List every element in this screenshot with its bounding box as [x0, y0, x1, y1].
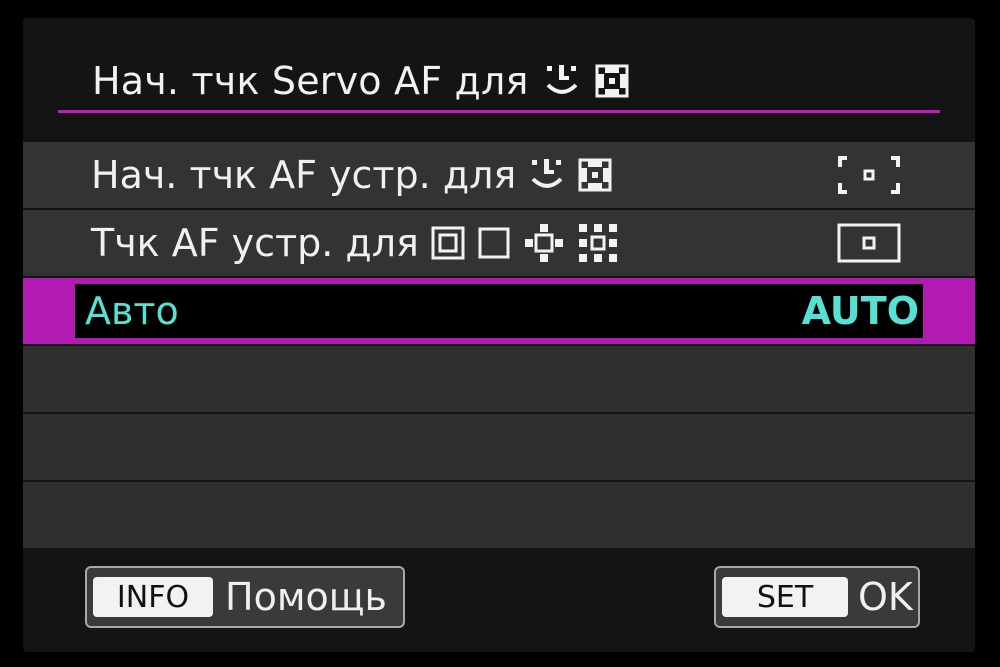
- page-title: Нач. тчк Servo AF для: [92, 54, 872, 108]
- face-tracking-icon: [543, 63, 581, 99]
- spot-af-icon: [431, 226, 465, 260]
- empty-row: [23, 414, 975, 480]
- menu-item-value: AUTO: [801, 289, 919, 333]
- menu-item-label: Тчк AF устр. для: [91, 221, 619, 265]
- expand-surround-af-icon: [577, 222, 619, 264]
- af-zone-icon: [595, 64, 629, 98]
- menu-item-text: Тчк AF устр. для: [91, 221, 419, 265]
- menu-item-text: Нач. тчк AF устр. для: [91, 153, 517, 197]
- empty-row: [23, 482, 975, 548]
- page-title-text: Нач. тчк Servo AF для: [92, 59, 529, 103]
- expand-af-icon: [523, 222, 565, 264]
- info-key-badge: INFO: [93, 577, 213, 617]
- ok-button[interactable]: SET OK: [714, 566, 920, 628]
- af-start-point-bracket-icon: [837, 142, 901, 208]
- menu-item-af-point-for-modes[interactable]: Тчк AF устр. для: [23, 210, 975, 276]
- single-point-af-icon: [477, 226, 511, 260]
- title-divider: [58, 110, 940, 113]
- help-label: Помощь: [225, 575, 387, 619]
- menu-item-label: Авто: [85, 289, 179, 333]
- af-point-frame-icon: [837, 210, 901, 276]
- ok-label: OK: [858, 575, 913, 619]
- face-tracking-icon: [528, 157, 566, 193]
- menu-item-label: Нач. тчк AF устр. для: [91, 153, 612, 197]
- menu-item-start-af-point-for-tracking[interactable]: Нач. тчк AF устр. для: [23, 142, 975, 208]
- set-key-badge: SET: [722, 577, 848, 617]
- menu-item-text: Авто: [85, 289, 179, 333]
- menu-item-auto[interactable]: Авто AUTO: [23, 278, 975, 344]
- af-zone-icon: [578, 158, 612, 192]
- help-button[interactable]: INFO Помощь: [85, 566, 405, 628]
- empty-row: [23, 346, 975, 412]
- selection-highlight: [75, 284, 923, 338]
